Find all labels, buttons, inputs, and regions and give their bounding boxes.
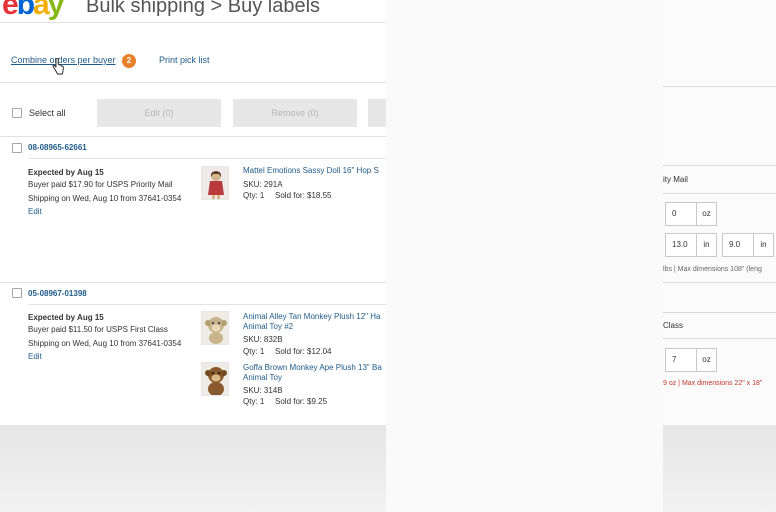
service-name-1: ity Mail (663, 175, 688, 184)
more-actions-button[interactable] (368, 99, 386, 127)
shipping-date-text: Shipping on Wed, Aug 10 from 37641-0354 (28, 194, 182, 203)
hand-cursor-icon (52, 58, 64, 75)
item-sold-for: Sold for: $12.04 (275, 347, 332, 356)
item-sku: SKU: 314B (243, 386, 283, 395)
remove-button[interactable]: Remove (0) (233, 99, 357, 127)
shipping-options-panel: ity Mail 0 oz 13.0 in 9.0 in lbs | Max d… (663, 0, 776, 425)
weight-unit-label: oz (697, 348, 717, 372)
length-unit-label: in (697, 233, 717, 257)
order-number-link[interactable]: 05-08967-01398 (28, 289, 87, 298)
blank-overlay-panel (386, 0, 663, 512)
item-sku: SKU: 291A (243, 180, 283, 189)
buyer-paid-text: Buyer paid $11.50 for USPS First Class (28, 325, 168, 334)
ebay-logo[interactable]: ebay (2, 0, 64, 20)
action-bar-divider (0, 136, 386, 137)
dimension-warning-note: 9 oz | Max dimensions 22" x 18" (663, 380, 763, 387)
page-title: Bulk shipping > Buy labels (86, 0, 321, 17)
combine-count-badge: 2 (122, 54, 136, 68)
edit-order-link[interactable]: Edit (28, 207, 42, 216)
panel-divider (663, 193, 776, 194)
item-thumbnail-doll[interactable] (201, 166, 229, 200)
item-thumbnail-tan-monkey[interactable] (201, 311, 229, 345)
panel-divider (663, 338, 776, 339)
order-divider (28, 304, 386, 305)
toolbar-divider (0, 82, 386, 83)
order-separator (0, 282, 386, 283)
panel-divider (663, 282, 776, 283)
width-unit-label: in (754, 233, 774, 257)
order-number-link[interactable]: 08-08965-62661 (28, 143, 87, 152)
item-qty: Qty: 1 (243, 397, 265, 406)
item-sold-for: Sold for: $9.25 (275, 397, 328, 406)
item-thumbnail-brown-monkey[interactable] (201, 362, 229, 396)
order-checkbox[interactable] (12, 143, 22, 153)
expected-delivery: Expected by Aug 15 (28, 313, 104, 322)
service-name-2: Class (663, 321, 684, 330)
panel-divider (663, 312, 776, 313)
select-all-checkbox[interactable] (12, 108, 22, 118)
dimension-limits-note: lbs | Max dimensions 108" (leng (663, 266, 762, 273)
shipping-date-text: Shipping on Wed, Aug 10 from 37641-0354 (28, 339, 182, 348)
header-divider (0, 22, 386, 23)
item-title-link[interactable]: Mattel Emotions Sassy Doll 16" Hop S (243, 166, 387, 176)
item-title-link[interactable]: Animal Alley Tan Monkey Plush 12" Ha Ani… (243, 312, 387, 332)
weight-oz-input[interactable]: 0 (665, 202, 697, 226)
length-input[interactable]: 13.0 (665, 233, 697, 257)
expected-delivery: Expected by Aug 15 (28, 168, 104, 177)
order-divider (28, 158, 386, 159)
weight-oz-input[interactable]: 7 (665, 348, 697, 372)
edit-order-link[interactable]: Edit (28, 352, 42, 361)
item-title-link[interactable]: Goffa Brown Monkey Ape Plush 13" Ba Anim… (243, 363, 387, 383)
order-checkbox[interactable] (12, 288, 22, 298)
width-input[interactable]: 9.0 (722, 233, 754, 257)
select-all-label: Select all (29, 108, 66, 118)
buyer-paid-text: Buyer paid $17.90 for USPS Priority Mail (28, 180, 173, 189)
weight-unit-label: oz (697, 202, 717, 226)
item-sold-for: Sold for: $18.55 (275, 191, 332, 200)
edit-button[interactable]: Edit (0) (97, 99, 221, 127)
print-pick-list-link[interactable]: Print pick list (159, 55, 210, 65)
item-sku: SKU: 832B (243, 335, 283, 344)
panel-divider (663, 165, 776, 166)
panel-divider (663, 86, 776, 87)
item-qty: Qty: 1 (243, 191, 265, 200)
item-qty: Qty: 1 (243, 347, 265, 356)
